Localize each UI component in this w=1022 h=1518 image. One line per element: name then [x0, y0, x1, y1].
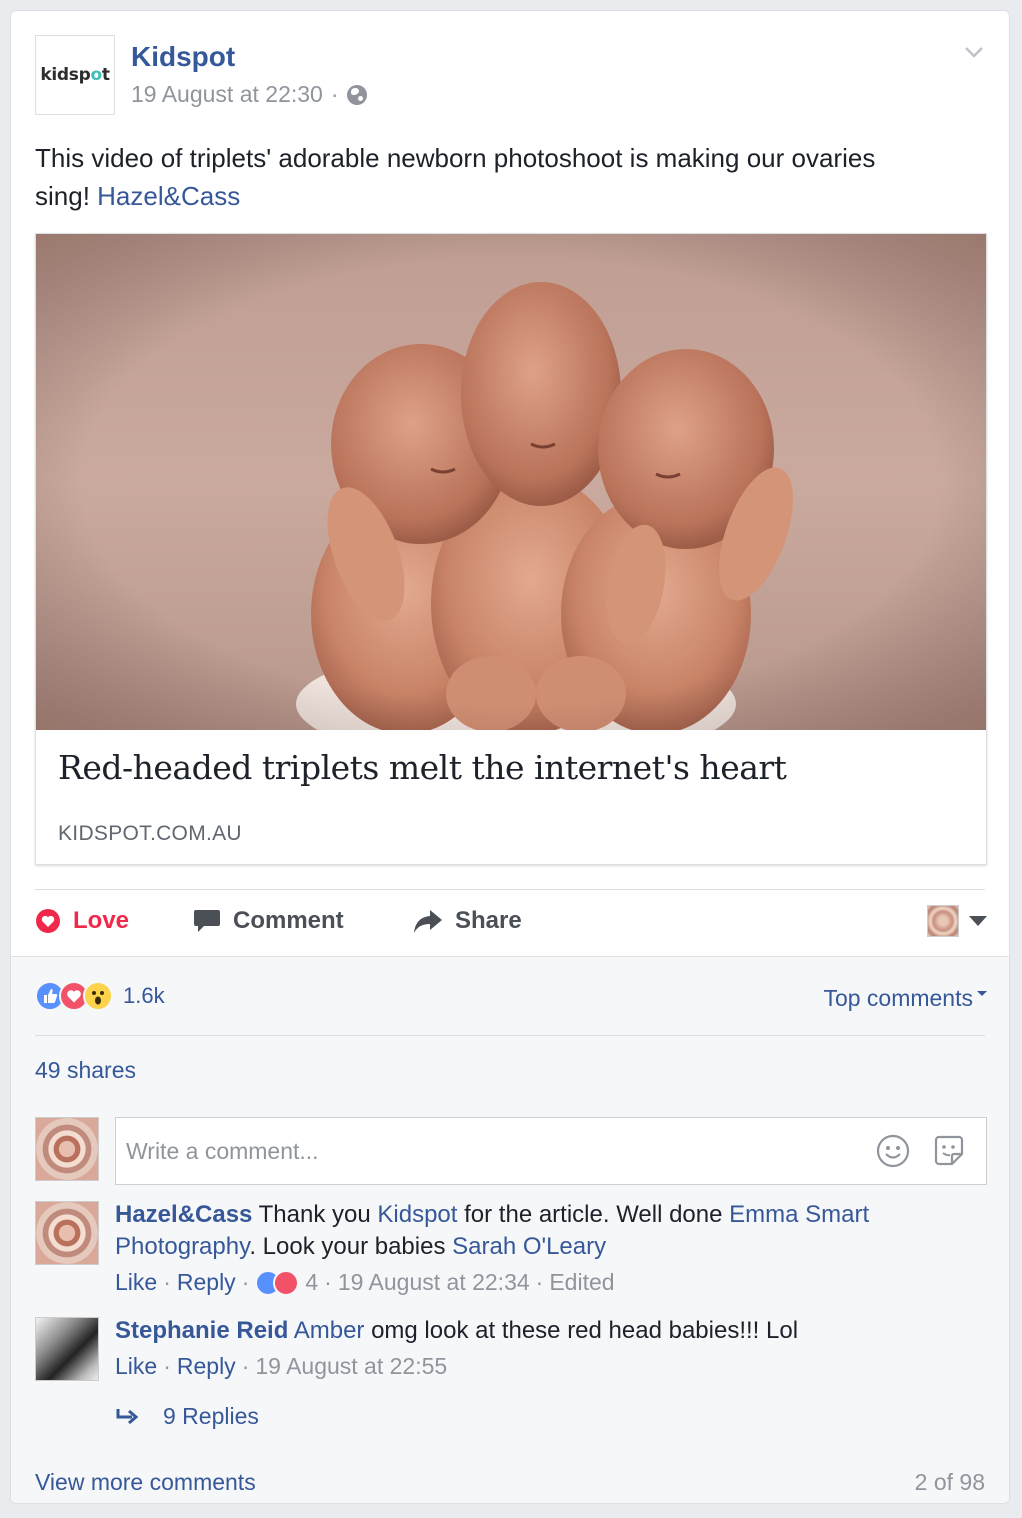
page-name-link[interactable]: Kidspot	[131, 41, 235, 73]
comment-author[interactable]: Hazel&Cass	[115, 1201, 252, 1228]
post-mention-link[interactable]: Hazel&Cass	[97, 181, 240, 211]
caret-down-icon	[969, 916, 987, 926]
meta-separator: ·	[163, 1353, 171, 1379]
like-link[interactable]: Like	[115, 1353, 157, 1380]
meta-separator: ·	[330, 81, 339, 107]
share-button[interactable]: Share	[413, 891, 522, 951]
reply-arrow-icon	[116, 1408, 139, 1424]
edited-label[interactable]: Edited	[549, 1269, 614, 1296]
view-replies-link[interactable]: 9 Replies	[115, 1403, 259, 1430]
reaction-as-selector[interactable]	[927, 891, 987, 951]
replies-label: 9 Replies	[163, 1403, 259, 1429]
reaction-summary[interactable]: 1.6k	[35, 981, 165, 1011]
top-comments-dropdown[interactable]: Top comments	[823, 985, 987, 1012]
chevron-down-icon[interactable]	[963, 41, 985, 63]
comment-time[interactable]: 19 August at 22:55	[255, 1353, 447, 1380]
like-link[interactable]: Like	[115, 1269, 157, 1296]
share-label: Share	[455, 907, 522, 934]
logo-text-a: kidsp	[40, 65, 91, 85]
acting-as-avatar	[927, 905, 959, 937]
comment-mention[interactable]: Amber	[294, 1317, 365, 1344]
composer-avatar	[35, 1117, 99, 1181]
reaction-count[interactable]: 1.6k	[123, 983, 165, 1009]
preview-domain: KIDSPOT.COM.AU	[58, 822, 242, 845]
comment-text: . Look your babies	[249, 1233, 446, 1260]
comment-time[interactable]: 19 August at 22:34	[338, 1269, 530, 1296]
caret-down-icon	[977, 991, 987, 996]
comment-author[interactable]: Stephanie Reid	[115, 1317, 288, 1344]
comment-mention[interactable]: Kidspot	[377, 1201, 457, 1228]
wow-reaction-icon	[83, 981, 113, 1011]
comment-body: Stephanie Reid Amber omg look at these r…	[115, 1315, 975, 1347]
love-button[interactable]: Love	[35, 891, 129, 951]
comment-avatar[interactable]	[35, 1201, 99, 1265]
triplets-photo	[36, 234, 986, 730]
feedback-section: 1.6k Top comments 49 shares Write a comm…	[11, 956, 1009, 1503]
comment-composer	[115, 1117, 987, 1185]
comment-body: Hazel&Cass Thank you Kidspot for the art…	[115, 1199, 975, 1263]
shares-count[interactable]: 49 shares	[35, 1057, 136, 1084]
sticker-icon[interactable]	[932, 1134, 966, 1168]
comment-button[interactable]: Comment	[193, 891, 344, 951]
smiley-icon[interactable]	[876, 1134, 910, 1168]
share-arrow-icon	[414, 910, 442, 933]
comment-mention[interactable]: Sarah O'Leary	[452, 1233, 606, 1260]
post-meta: 19 August at 22:30 ·	[131, 81, 367, 108]
comment-text: Thank you	[258, 1201, 371, 1228]
heart-outline-icon	[36, 909, 60, 933]
page-logo[interactable]: kidsp o t	[35, 35, 115, 115]
preview-title[interactable]: Red-headed triplets melt the internet's …	[58, 748, 787, 787]
comment-reactions[interactable]	[255, 1269, 300, 1296]
post-header: kidsp o t Kidspot 19 August at 22:30 ·	[35, 35, 985, 119]
link-preview[interactable]: Red-headed triplets melt the internet's …	[35, 233, 987, 865]
comment-label: Comment	[233, 907, 344, 934]
comment-text: omg look at these red head babies!!! Lol	[371, 1317, 799, 1344]
comment-reaction-count[interactable]: 4	[305, 1269, 318, 1296]
post-card: kidsp o t Kidspot 19 August at 22:30 · Thi…	[10, 10, 1010, 1504]
view-more-comments-link[interactable]: View more comments	[35, 1469, 256, 1496]
comment-meta: Like · Reply · 4 · 19 August at 22:34 · …	[115, 1269, 615, 1296]
action-bar: Love Comment Share	[35, 891, 987, 951]
post-text: This video of triplets' adorable newborn…	[35, 139, 935, 215]
meta-separator: ·	[163, 1269, 171, 1295]
post-timestamp[interactable]: 19 August at 22:30	[131, 81, 323, 108]
globe-icon[interactable]	[346, 84, 367, 105]
top-comments-label: Top comments	[823, 985, 973, 1011]
meta-separator: ·	[241, 1269, 250, 1295]
comment-pagination-count: 2 of 98	[914, 1469, 985, 1495]
love-label: Love	[73, 907, 130, 934]
comment-text: for the article. Well done	[464, 1201, 723, 1228]
comment-avatar[interactable]	[35, 1317, 99, 1381]
love-reaction-icon	[273, 1269, 300, 1296]
meta-separator: ·	[324, 1269, 332, 1295]
comment-meta: Like · Reply · 19 August at 22:55	[115, 1353, 447, 1380]
meta-separator: ·	[241, 1353, 250, 1379]
logo-dot: o	[90, 65, 102, 85]
comment-bubble-icon	[194, 910, 220, 932]
divider	[35, 889, 985, 890]
meta-separator: ·	[535, 1269, 544, 1295]
reply-link[interactable]: Reply	[177, 1269, 236, 1296]
logo-text-b: t	[101, 65, 110, 85]
preview-image[interactable]	[36, 234, 986, 730]
reply-link[interactable]: Reply	[177, 1353, 236, 1380]
divider	[35, 1035, 985, 1036]
comment-input[interactable]	[126, 1118, 846, 1184]
